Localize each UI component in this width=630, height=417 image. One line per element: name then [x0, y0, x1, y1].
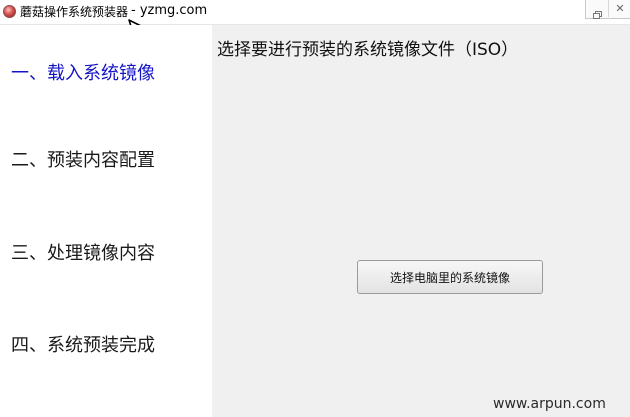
close-icon[interactable]: ✕	[614, 3, 626, 14]
steps-sidebar: 一、载入系统镜像 二、预装内容配置 三、处理镜像内容 四、系统预装完成	[0, 25, 212, 417]
step-preinstall-config[interactable]: 二、预装内容配置	[11, 146, 155, 172]
mushroom-app-icon	[3, 5, 16, 18]
window-title-site: - yzmg.com	[131, 3, 208, 18]
page-title: 选择要进行预装的系统镜像文件（ISO）	[217, 40, 519, 60]
restore-icon[interactable]	[593, 4, 602, 19]
select-iso-button[interactable]: 选择电脑里的系统镜像	[357, 260, 543, 294]
title-bar: 蘑菇操作系统预装器 - yzmg.com ✕	[0, 0, 630, 25]
window-title: 蘑菇操作系统预装器	[20, 5, 129, 19]
controls-divider	[608, 0, 609, 17]
site-watermark: www.arpun.com	[493, 396, 606, 412]
step-install-complete[interactable]: 四、系统预装完成	[11, 331, 155, 357]
step-process-image[interactable]: 三、处理镜像内容	[11, 239, 155, 265]
window-controls: ✕	[585, 0, 630, 19]
main-content: 选择要进行预装的系统镜像文件（ISO） 选择电脑里的系统镜像	[212, 25, 630, 417]
step-load-image[interactable]: 一、载入系统镜像	[11, 59, 155, 85]
